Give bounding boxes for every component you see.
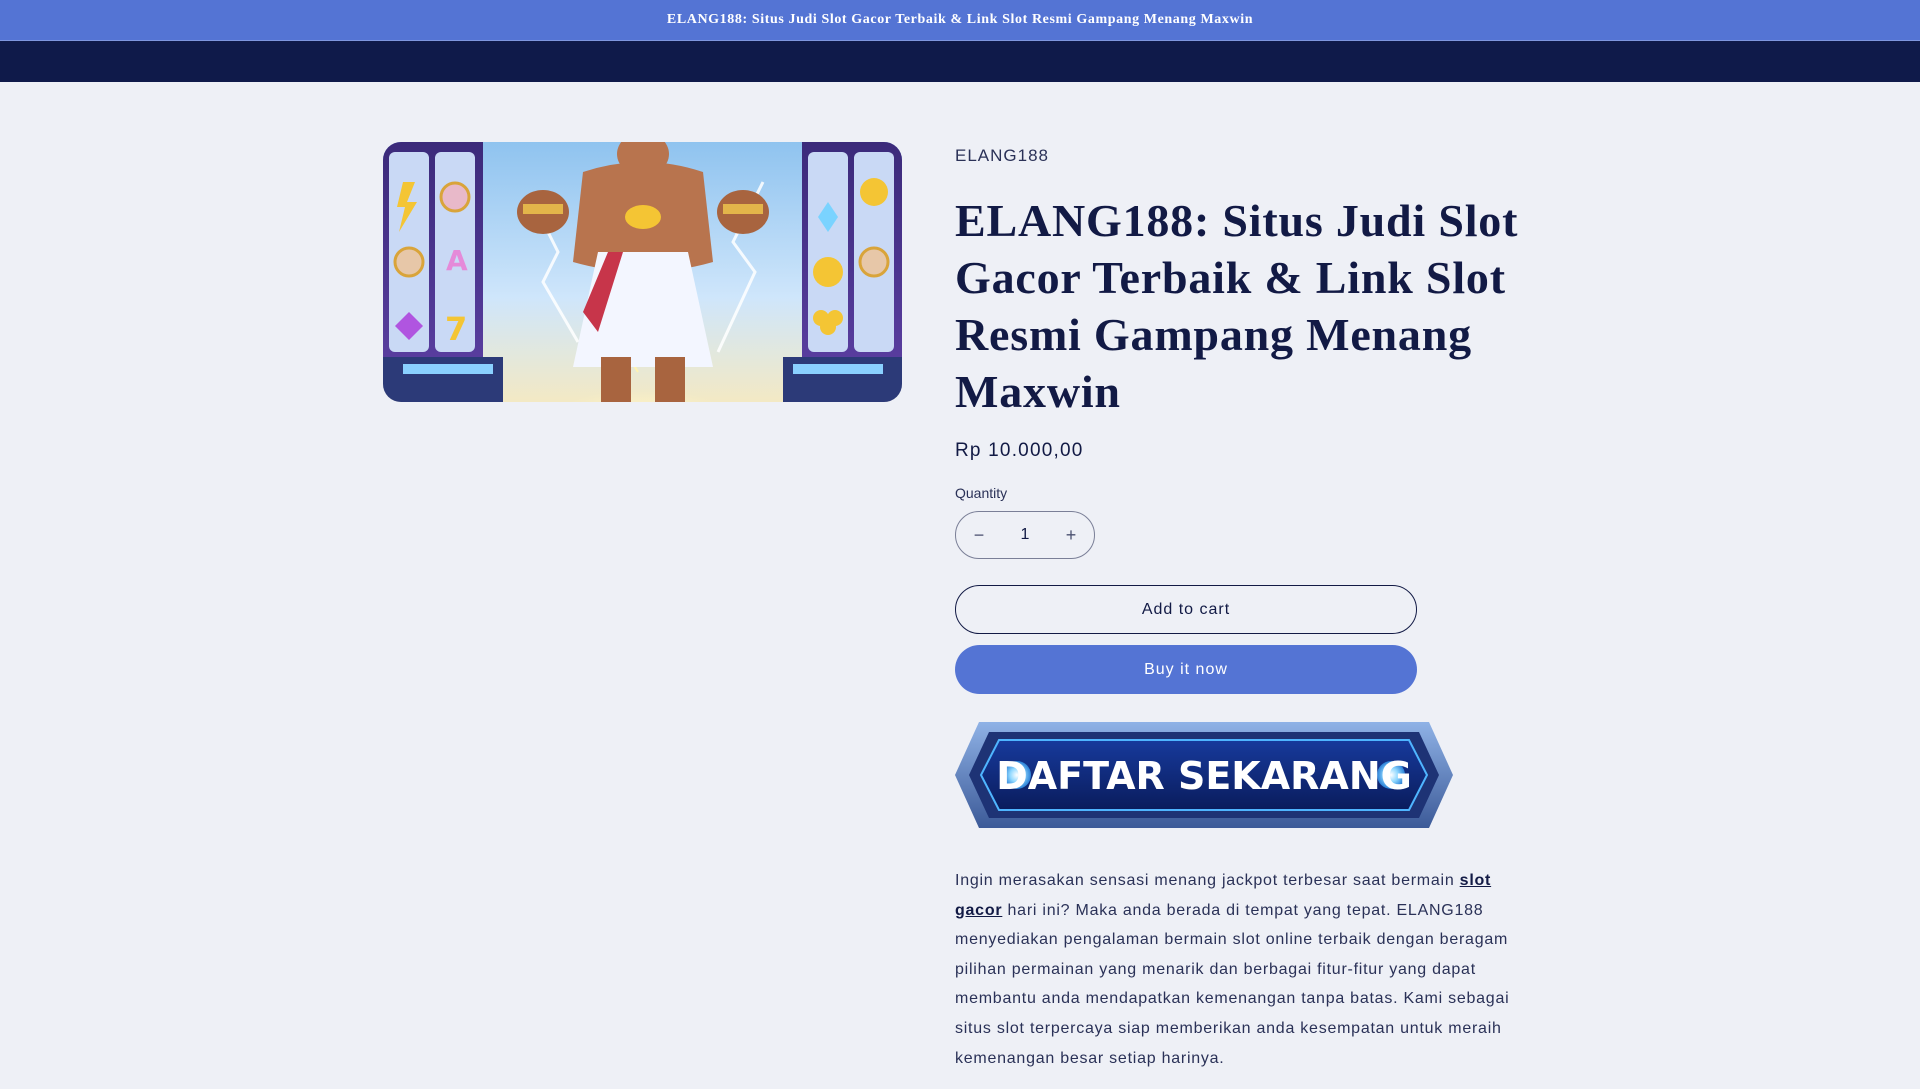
- svg-text:A: A: [446, 244, 468, 277]
- quantity-label: Quantity: [955, 485, 1008, 501]
- product-info: ELANG188 ELANG188: Situs Judi Slot Gacor…: [955, 142, 1535, 1089]
- description-text-start: Ingin merasakan sensasi menang jackpot t…: [955, 872, 1460, 889]
- product-vendor: ELANG188: [955, 146, 1049, 165]
- product-section: A 7 ELANG188 ELANG188: Situs Judi Slot G…: [0, 82, 1920, 1081]
- quantity-stepper: − +: [955, 511, 1095, 559]
- description-text-end: hari ini? Maka anda berada di tempat yan…: [955, 901, 1510, 1067]
- quantity-increase-button[interactable]: +: [1048, 512, 1094, 558]
- add-to-cart-button[interactable]: Add to cart: [955, 585, 1417, 634]
- header-navbar: [0, 41, 1920, 82]
- svg-text:7: 7: [445, 310, 467, 348]
- product-description: Ingin merasakan sensasi menang jackpot t…: [955, 866, 1537, 1073]
- announcement-text: ELANG188: Situs Judi Slot Gacor Terbaik …: [666, 12, 1254, 27]
- register-now-banner[interactable]: DAFTAR SEKARANG: [955, 720, 1453, 830]
- quantity-decrease-button[interactable]: −: [956, 512, 1002, 558]
- product-price: Rp 10.000,00: [955, 440, 1084, 461]
- announcement-bar: ELANG188: Situs Judi Slot Gacor Terbaik …: [0, 0, 1920, 41]
- product-image[interactable]: A 7: [383, 142, 902, 402]
- register-banner-graphic: DAFTAR SEKARANG: [955, 722, 1453, 828]
- banner-text: DAFTAR SEKARANG: [996, 754, 1412, 798]
- buy-it-now-button[interactable]: Buy it now: [955, 645, 1417, 694]
- product-title: ELANG188: Situs Judi Slot Gacor Terbaik …: [955, 195, 1519, 417]
- slot-machine-hero-illustration: A 7: [383, 142, 902, 402]
- quantity-input[interactable]: [1003, 525, 1047, 545]
